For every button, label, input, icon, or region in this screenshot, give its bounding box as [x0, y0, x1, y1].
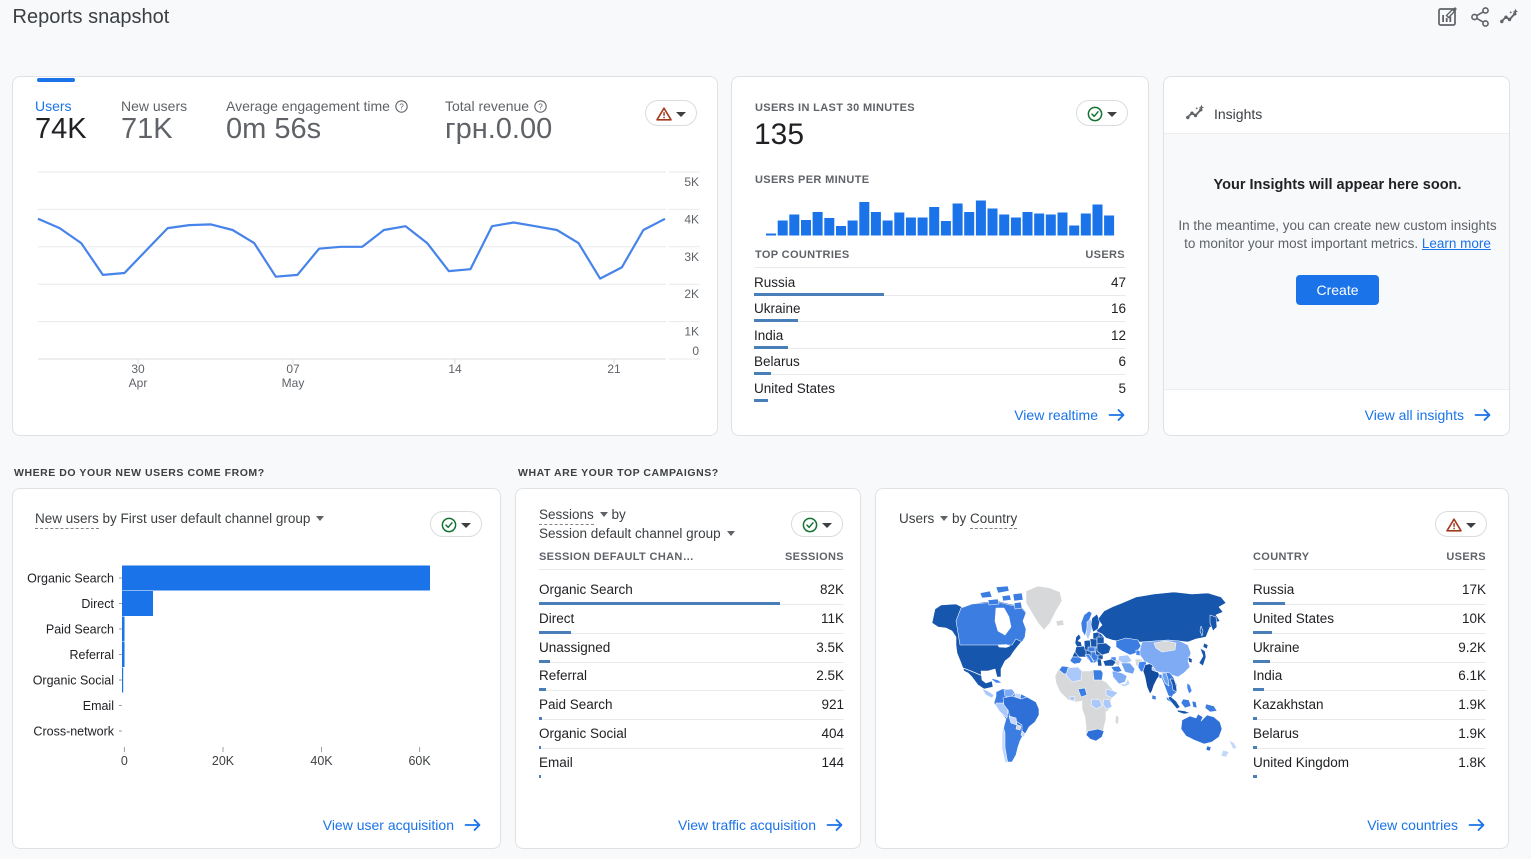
svg-text:14: 14 [448, 362, 462, 376]
svg-text:Apr: Apr [129, 376, 148, 390]
svg-text:2K: 2K [684, 287, 699, 301]
svg-text:07: 07 [286, 362, 300, 376]
svg-text:20K: 20K [212, 754, 235, 768]
svg-text:5K: 5K [684, 175, 699, 189]
svg-text:Paid Search: Paid Search [46, 623, 114, 637]
svg-text:Organic Search: Organic Search [27, 572, 114, 586]
svg-text:Direct: Direct [81, 597, 114, 611]
svg-text:May: May [282, 376, 305, 390]
svg-text:0: 0 [692, 344, 699, 358]
svg-text:Cross-network: Cross-network [33, 725, 114, 739]
svg-text:1K: 1K [684, 325, 699, 339]
svg-text:Referral: Referral [70, 648, 114, 662]
svg-text:4K: 4K [684, 212, 699, 226]
svg-text:Email: Email [83, 699, 114, 713]
svg-text:21: 21 [607, 362, 621, 376]
svg-text:60K: 60K [408, 754, 431, 768]
svg-text:3K: 3K [684, 250, 699, 264]
svg-text:Organic Social: Organic Social [33, 674, 114, 688]
svg-text:0: 0 [121, 754, 128, 768]
svg-text:40K: 40K [310, 754, 333, 768]
svg-text:30: 30 [131, 362, 145, 376]
